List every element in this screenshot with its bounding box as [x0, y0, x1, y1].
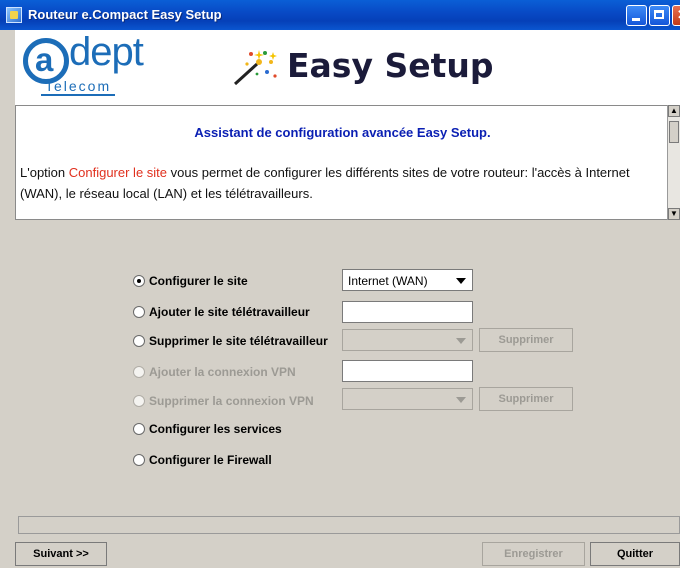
scroll-up-arrow-icon[interactable]: ▲: [668, 105, 680, 117]
teletravailleur-name-input[interactable]: [342, 301, 473, 323]
radio-button[interactable]: [133, 366, 145, 378]
info-scrollbar[interactable]: ▲ ▼: [667, 105, 680, 220]
minimize-button[interactable]: [626, 5, 647, 26]
supprimer-teletravailleur-button[interactable]: Supprimer: [479, 328, 573, 352]
teletravailleur-select[interactable]: [342, 329, 473, 351]
vpn-name-input[interactable]: [342, 360, 473, 382]
chevron-down-icon: [456, 278, 466, 284]
scroll-down-arrow-icon[interactable]: ▼: [668, 208, 680, 220]
site-select[interactable]: Internet (WAN): [342, 269, 473, 291]
enregistrer-button[interactable]: Enregistrer: [482, 542, 585, 566]
app-heading: Easy Setup: [287, 46, 494, 85]
status-bar: [18, 516, 680, 534]
option-configurer-firewall[interactable]: Configurer le Firewall: [133, 452, 272, 468]
option-supprimer-vpn[interactable]: Supprimer la connexion VPN: [133, 393, 314, 409]
option-ajouter-vpn[interactable]: Ajouter la connexion VPN: [133, 364, 296, 380]
radio-button[interactable]: [133, 306, 145, 318]
window-title: Routeur e.Compact Easy Setup: [28, 7, 222, 22]
radio-button[interactable]: [133, 335, 145, 347]
app-icon: [6, 7, 22, 23]
quitter-button[interactable]: Quitter: [590, 542, 680, 566]
info-highlight: Configurer le site: [68, 165, 168, 180]
maximize-button[interactable]: [649, 5, 670, 26]
radio-button[interactable]: [133, 454, 145, 466]
chevron-down-icon: [456, 397, 466, 403]
title-bar: Routeur e.Compact Easy Setup: [0, 0, 680, 30]
info-panel[interactable]: Assistant de configuration avancée Easy …: [15, 105, 668, 220]
vpn-name-field[interactable]: [343, 361, 472, 381]
option-configurer-services[interactable]: Configurer les services: [133, 421, 282, 437]
adept-telecom-logo: a dept Telecom: [19, 30, 165, 96]
close-button[interactable]: [672, 5, 680, 26]
scroll-thumb[interactable]: [669, 121, 679, 143]
suivant-button[interactable]: Suivant >>: [15, 542, 107, 566]
logo-subtitle: Telecom: [41, 78, 116, 96]
supprimer-vpn-button[interactable]: Supprimer: [479, 387, 573, 411]
site-select-value: Internet (WAN): [348, 274, 428, 288]
radio-button[interactable]: [133, 423, 145, 435]
info-description: L'option Configurer le site vous permet …: [20, 165, 630, 201]
vpn-select[interactable]: [342, 388, 473, 410]
option-ajouter-teletravailleur[interactable]: Ajouter le site télétravailleur: [133, 304, 310, 320]
radio-button[interactable]: [133, 395, 145, 407]
chevron-down-icon: [456, 338, 466, 344]
logo-wordmark: dept: [69, 30, 144, 74]
header-banner: a dept Telecom Easy Setup: [15, 30, 680, 105]
magic-wand-sparkle-icon: [233, 50, 277, 86]
radio-button-selected[interactable]: [133, 275, 145, 287]
info-heading: Assistant de configuration avancée Easy …: [194, 125, 491, 140]
teletravailleur-name-field[interactable]: [343, 302, 472, 322]
option-configurer-site[interactable]: Configurer le site: [133, 273, 248, 289]
option-supprimer-teletravailleur[interactable]: Supprimer le site télétravailleur: [133, 333, 328, 349]
